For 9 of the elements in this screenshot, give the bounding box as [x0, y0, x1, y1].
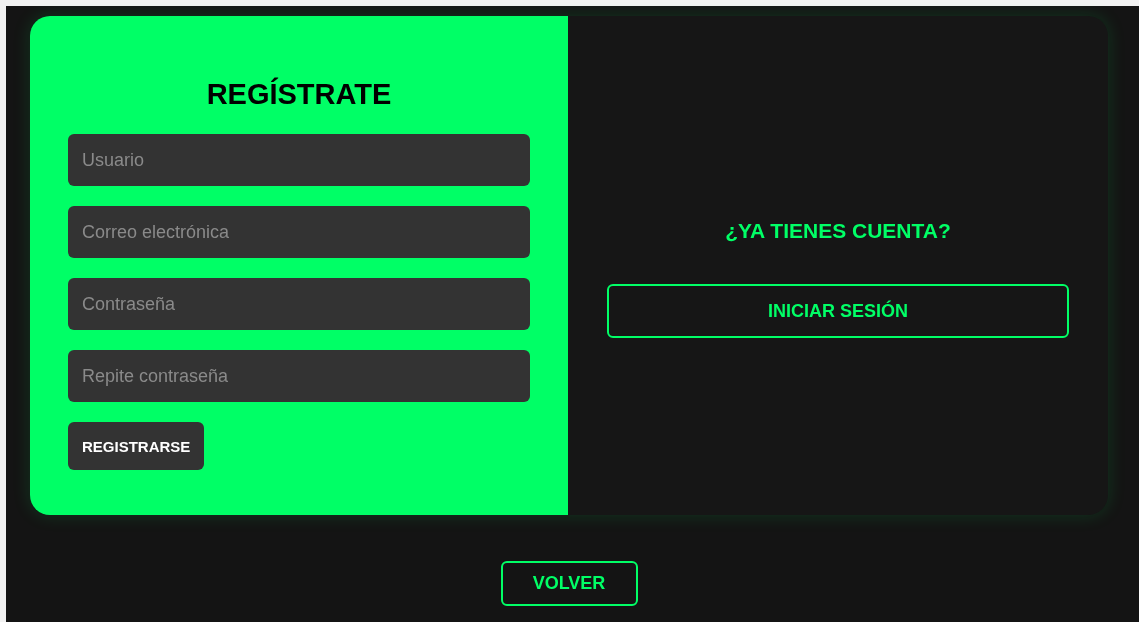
login-question: ¿YA TIENES CUENTA? [725, 218, 951, 244]
login-button[interactable]: INICIAR SESIÓN [607, 284, 1069, 338]
input-field[interactable]: Contraseña [68, 278, 530, 330]
input-field[interactable]: Repite contraseña [68, 350, 530, 402]
back-button[interactable]: VOLVER [500, 561, 638, 606]
input-field[interactable]: Usuario [68, 134, 530, 186]
register-title: REGÍSTRATE [206, 76, 392, 112]
register-button[interactable]: REGISTRARSE [68, 422, 205, 470]
input-field[interactable]: Correo electrónica [68, 206, 530, 258]
